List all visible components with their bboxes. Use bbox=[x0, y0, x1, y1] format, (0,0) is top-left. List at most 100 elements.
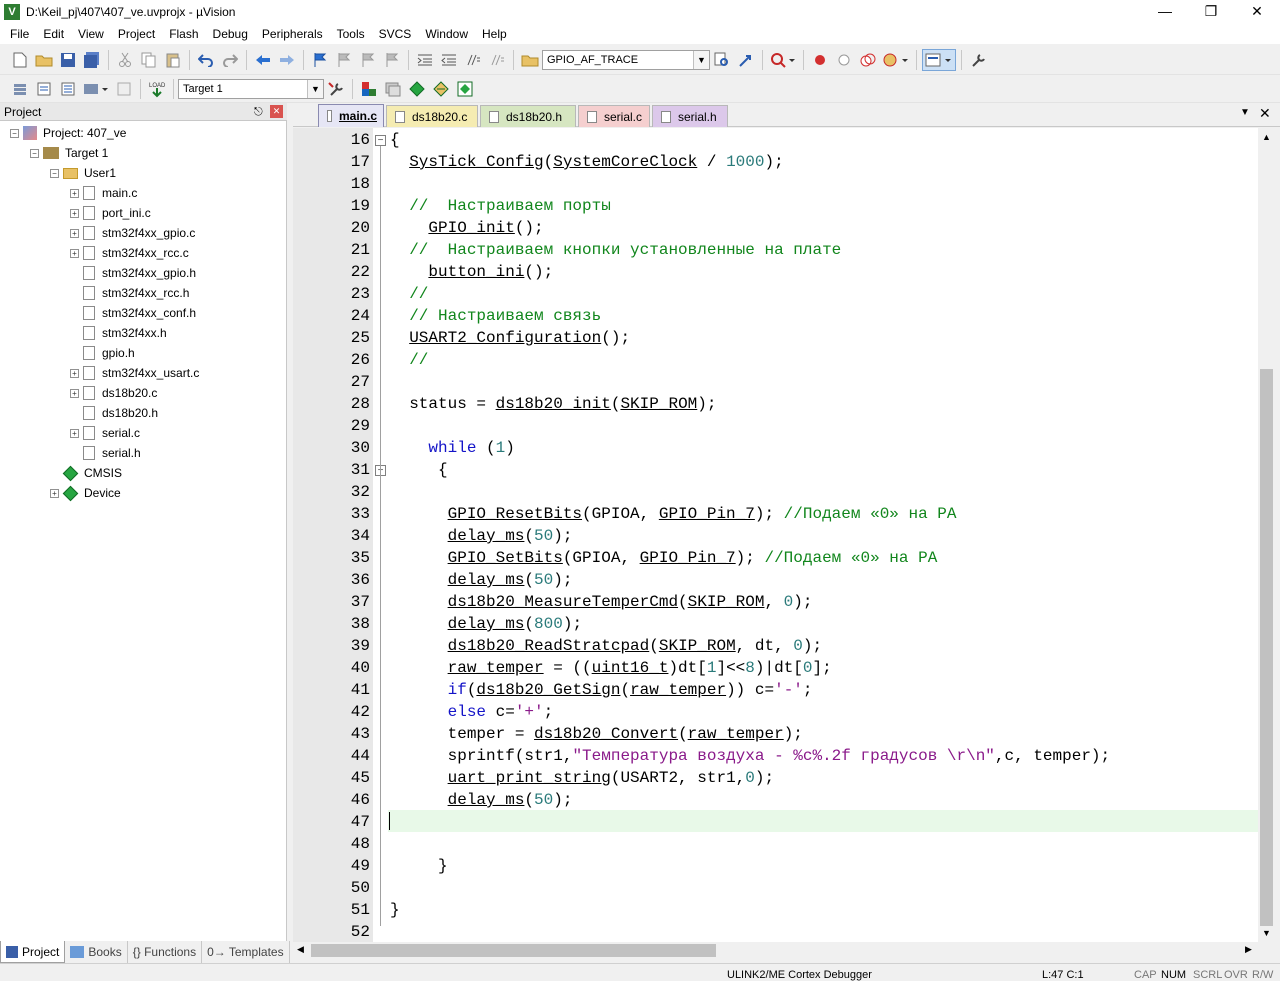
minimize-button[interactable]: — bbox=[1142, 0, 1188, 24]
chevron-down-icon[interactable]: ▼ bbox=[307, 79, 323, 98]
tree-file-stm32f4xx-rcc-h[interactable]: stm32f4xx_rcc.h bbox=[70, 283, 189, 303]
expand-icon[interactable]: + bbox=[70, 368, 79, 378]
tree-file-gpio-h[interactable]: gpio.h bbox=[70, 343, 135, 363]
manage-run-time-environment-icon[interactable] bbox=[406, 78, 428, 100]
tab-serial-h[interactable]: serial.h bbox=[652, 105, 728, 127]
tree-file-stm32f4xx-gpio-c[interactable]: + stm32f4xx_gpio.c bbox=[70, 223, 195, 243]
uncomment-icon[interactable] bbox=[486, 49, 508, 71]
tree-component-device[interactable]: + Device bbox=[50, 483, 121, 503]
save-icon[interactable] bbox=[57, 49, 79, 71]
tab-serial-c[interactable]: serial.c bbox=[578, 105, 650, 127]
collapse-icon[interactable]: − bbox=[30, 148, 39, 158]
next-bookmark-icon[interactable] bbox=[357, 49, 379, 71]
expand-icon[interactable]: + bbox=[70, 248, 79, 258]
pin-icon[interactable]: ⎋ bbox=[254, 103, 263, 121]
open-folder-icon[interactable] bbox=[33, 49, 55, 71]
redo-icon[interactable] bbox=[219, 49, 241, 71]
menu-view[interactable]: View bbox=[71, 24, 111, 44]
navigate-back-icon[interactable] bbox=[252, 49, 274, 71]
tree-file-stm32f4xx-usart-c[interactable]: + stm32f4xx_usart.c bbox=[70, 363, 199, 383]
tree-file-stm32f4xx-rcc-c[interactable]: + stm32f4xx_rcc.c bbox=[70, 243, 189, 263]
scroll-left-icon[interactable]: ◀ bbox=[297, 944, 304, 955]
batch-build-icon[interactable] bbox=[81, 78, 111, 100]
scroll-down-icon[interactable]: ▼ bbox=[1262, 928, 1271, 938]
navigate-forward-icon[interactable] bbox=[276, 49, 298, 71]
menu-debug[interactable]: Debug bbox=[206, 24, 255, 44]
configure-wrench-icon[interactable] bbox=[967, 49, 989, 71]
code-editor[interactable]: 16−171819202122232425262728293031−323334… bbox=[293, 128, 1258, 942]
tree-target[interactable]: − Target 1 bbox=[30, 143, 108, 163]
menu-file[interactable]: File bbox=[3, 24, 36, 44]
translate-icon[interactable] bbox=[9, 78, 31, 100]
indent-icon[interactable] bbox=[414, 49, 436, 71]
tree-file-ds18b20-h[interactable]: ds18b20.h bbox=[70, 403, 158, 423]
fold-toggle-icon[interactable]: − bbox=[375, 135, 386, 146]
copy-icon[interactable] bbox=[138, 49, 160, 71]
manage-project-items-icon[interactable] bbox=[358, 78, 380, 100]
download-load-icon[interactable]: LOAD bbox=[146, 78, 168, 100]
menu-edit[interactable]: Edit bbox=[36, 24, 71, 44]
expand-icon[interactable]: + bbox=[70, 428, 79, 438]
insert-breakpoint-icon[interactable] bbox=[809, 49, 831, 71]
tab-ds18b20-c[interactable]: ds18b20.c bbox=[386, 105, 478, 127]
tab-ds18b20-h[interactable]: ds18b20.h bbox=[480, 105, 576, 127]
menu-flash[interactable]: Flash bbox=[162, 24, 205, 44]
disable-all-breakpoints-icon[interactable] bbox=[857, 49, 879, 71]
maximize-button[interactable]: ❐ bbox=[1188, 0, 1234, 24]
tree-file-port-ini-c[interactable]: + port_ini.c bbox=[70, 203, 151, 223]
tree-file-stm32f4xx-conf-h[interactable]: stm32f4xx_conf.h bbox=[70, 303, 196, 323]
target-options-icon[interactable] bbox=[325, 78, 347, 100]
undo-icon[interactable] bbox=[195, 49, 217, 71]
chevron-down-icon[interactable]: ▼ bbox=[693, 50, 709, 69]
menu-window[interactable]: Window bbox=[418, 24, 475, 44]
tree-group-user1[interactable]: − User1 bbox=[50, 163, 116, 183]
menu-tools[interactable]: Tools bbox=[330, 24, 372, 44]
expand-icon[interactable]: + bbox=[70, 208, 79, 218]
tree-file-stm32f4xx-h[interactable]: stm32f4xx.h bbox=[70, 323, 167, 343]
tab-templates[interactable]: 0→ Templates bbox=[202, 941, 290, 963]
expand-icon[interactable]: + bbox=[70, 188, 79, 198]
menu-help[interactable]: Help bbox=[475, 24, 514, 44]
vertical-scroll-thumb[interactable] bbox=[1260, 369, 1273, 926]
file-extensions-icon[interactable] bbox=[382, 78, 404, 100]
prev-bookmark-icon[interactable] bbox=[333, 49, 355, 71]
scroll-right-icon[interactable]: ▶ bbox=[1245, 944, 1252, 955]
comment-icon[interactable] bbox=[462, 49, 484, 71]
debug-session-icon[interactable] bbox=[768, 49, 798, 71]
window-layout-icon[interactable] bbox=[922, 48, 956, 71]
enable-breakpoint-icon[interactable] bbox=[833, 49, 855, 71]
menu-project[interactable]: Project bbox=[111, 24, 162, 44]
target-select[interactable]: Target 1 ▼ bbox=[178, 78, 324, 99]
rebuild-icon[interactable] bbox=[57, 78, 79, 100]
tree-file-main-c[interactable]: + main.c bbox=[70, 183, 137, 203]
close-tab-icon[interactable]: ✕ bbox=[1259, 105, 1271, 122]
expand-icon[interactable]: + bbox=[70, 388, 79, 398]
menu-peripherals[interactable]: Peripherals bbox=[255, 24, 330, 44]
close-button[interactable]: ✕ bbox=[1234, 0, 1280, 24]
scroll-up-icon[interactable]: ▲ bbox=[1262, 132, 1271, 142]
kill-all-breakpoints-icon[interactable] bbox=[881, 49, 911, 71]
select-software-packs-icon[interactable] bbox=[430, 78, 452, 100]
tab-books[interactable]: Books bbox=[65, 941, 128, 963]
menu-svcs[interactable]: SVCS bbox=[372, 24, 419, 44]
collapse-icon[interactable]: − bbox=[50, 168, 59, 178]
expand-icon[interactable]: + bbox=[50, 488, 59, 498]
tab-main-c[interactable]: main.c bbox=[318, 104, 384, 127]
vertical-scrollbar[interactable]: ▲ ▼ bbox=[1258, 128, 1275, 942]
tree-file-serial-h[interactable]: serial.h bbox=[70, 443, 141, 463]
horizontal-scrollbar[interactable]: ◀ ▶ bbox=[293, 942, 1258, 959]
tab-functions[interactable]: {} Functions bbox=[128, 941, 203, 963]
clear-bookmarks-icon[interactable] bbox=[381, 49, 403, 71]
cut-icon[interactable] bbox=[114, 49, 136, 71]
unindent-icon[interactable] bbox=[438, 49, 460, 71]
pack-installer-icon[interactable] bbox=[454, 78, 476, 100]
tree-file-stm32f4xx-gpio-h[interactable]: stm32f4xx_gpio.h bbox=[70, 263, 196, 283]
save-all-icon[interactable] bbox=[81, 49, 103, 71]
incremental-find-icon[interactable] bbox=[735, 49, 757, 71]
expand-icon[interactable]: + bbox=[70, 228, 79, 238]
tree-file-ds18b20-c[interactable]: + ds18b20.c bbox=[70, 383, 157, 403]
tree-component-cmsis[interactable]: CMSIS bbox=[50, 463, 122, 483]
find-in-files-icon[interactable] bbox=[519, 49, 541, 71]
find-combo[interactable]: GPIO_AF_TRACE ▼ bbox=[542, 49, 710, 70]
new-file-icon[interactable] bbox=[9, 49, 31, 71]
